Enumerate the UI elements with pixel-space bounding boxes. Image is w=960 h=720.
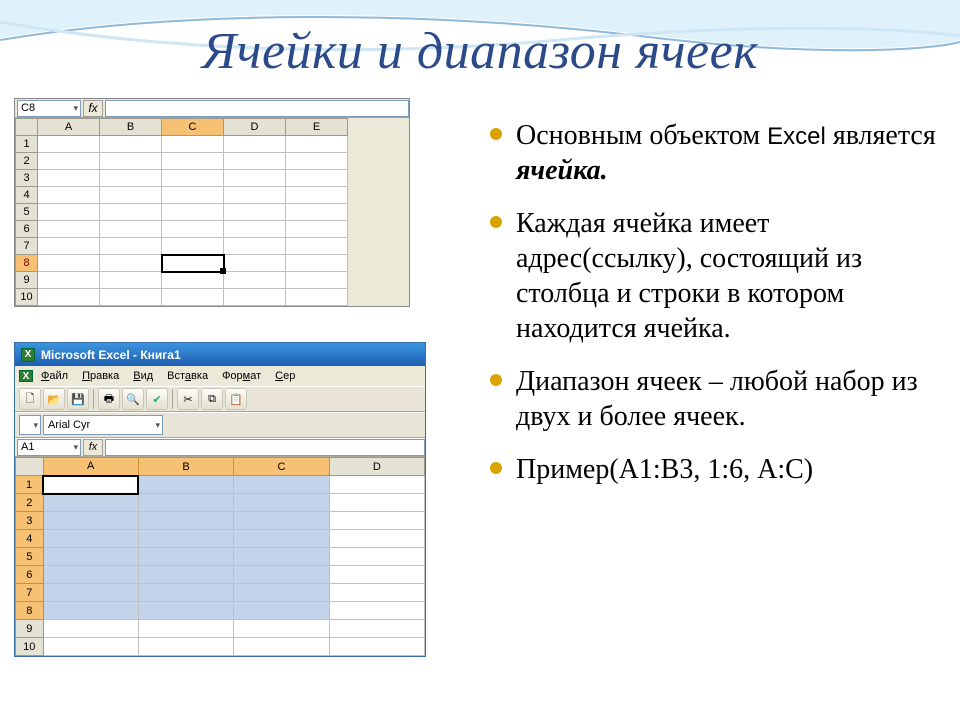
row-header-2b[interactable]: 2 xyxy=(16,494,44,512)
standard-toolbar: 🗋 📂 💾 🖶 🔍 ✔ ✂ ⧉ 📋 xyxy=(15,386,425,412)
row-header-6[interactable]: 6 xyxy=(16,221,38,238)
grid-a[interactable]: A B C D E 1 2 3 4 5 6 7 8 9 10 xyxy=(15,118,348,306)
select-all-corner[interactable] xyxy=(16,119,38,136)
doc-icon xyxy=(19,370,33,382)
window-titlebar: Microsoft Excel - Книга1 xyxy=(15,343,425,366)
row-header-3b[interactable]: 3 xyxy=(16,512,44,530)
row-header-4b[interactable]: 4 xyxy=(16,530,44,548)
select-all-corner-b[interactable] xyxy=(16,458,44,476)
font-select[interactable]: Arial Cyr xyxy=(43,415,163,435)
name-box[interactable]: C8 xyxy=(17,100,81,117)
preview-icon[interactable]: 🔍 xyxy=(122,388,144,410)
menu-view[interactable]: Вид xyxy=(127,368,159,384)
toolbar-sep-2 xyxy=(172,389,173,409)
fx-icon-b[interactable]: fx xyxy=(83,439,103,456)
row-header-8b[interactable]: 8 xyxy=(16,602,44,620)
formula-input[interactable] xyxy=(105,100,409,117)
bullet-1-text-c: является xyxy=(826,120,936,151)
row-header-4[interactable]: 4 xyxy=(16,187,38,204)
row-header-10b[interactable]: 10 xyxy=(16,638,44,656)
row-header-3[interactable]: 3 xyxy=(16,170,38,187)
bullet-1: Основным объектом Excel является ячейка. xyxy=(490,118,940,206)
bullet-4: Пример(А1:В3, 1:6, А:С) xyxy=(490,452,940,505)
menu-edit[interactable]: Правка xyxy=(76,368,125,384)
menu-format[interactable]: Формат xyxy=(216,368,267,384)
col-header-E[interactable]: E xyxy=(286,119,348,136)
row-header-6b[interactable]: 6 xyxy=(16,566,44,584)
excel-app-icon xyxy=(21,348,35,362)
row-header-7b[interactable]: 7 xyxy=(16,584,44,602)
excel-screenshot-top: C8 fx A B C D E 1 2 3 4 5 6 7 8 9 10 xyxy=(14,98,410,307)
fx-icon[interactable]: fx xyxy=(83,100,103,117)
open-icon[interactable]: 📂 xyxy=(43,388,65,410)
formula-bar: C8 fx xyxy=(15,99,409,118)
active-cell-C8[interactable] xyxy=(162,255,224,272)
name-box-b[interactable]: A1 xyxy=(17,439,81,456)
row-header-7[interactable]: 7 xyxy=(16,238,38,255)
menu-bar: ФФайлайл Правка Вид Вставка Формат Сер xyxy=(15,366,425,386)
col-header-D-b[interactable]: D xyxy=(329,458,424,476)
row-header-1b[interactable]: 1 xyxy=(16,476,44,494)
window-title: Microsoft Excel - Книга1 xyxy=(41,348,181,362)
style-select[interactable] xyxy=(19,415,41,435)
format-toolbar: Arial Cyr xyxy=(15,412,425,438)
menu-service[interactable]: Сер xyxy=(269,368,301,384)
row-header-10[interactable]: 10 xyxy=(16,289,38,306)
col-header-C[interactable]: C xyxy=(162,119,224,136)
menu-file[interactable]: ФФайлайл xyxy=(35,368,74,384)
spell-icon[interactable]: ✔ xyxy=(146,388,168,410)
col-header-A[interactable]: A xyxy=(38,119,100,136)
menu-insert[interactable]: Вставка xyxy=(161,368,214,384)
row-header-5b[interactable]: 5 xyxy=(16,548,44,566)
col-header-B-b[interactable]: B xyxy=(138,458,233,476)
bullet-1-text-a: Основным объектом xyxy=(516,120,767,151)
row-header-5[interactable]: 5 xyxy=(16,204,38,221)
cell-A1[interactable] xyxy=(43,476,138,494)
row-header-9b[interactable]: 9 xyxy=(16,620,44,638)
save-icon[interactable]: 💾 xyxy=(67,388,89,410)
formula-bar-b: A1 fx xyxy=(15,438,425,457)
excel-screenshot-bottom: Microsoft Excel - Книга1 ФФайлайл Правка… xyxy=(14,342,426,657)
cut-icon[interactable]: ✂ xyxy=(177,388,199,410)
bullet-1-excel: Excel xyxy=(767,123,826,150)
col-header-C-b[interactable]: C xyxy=(234,458,329,476)
slide-title: Ячейки и диапазон ячеек xyxy=(0,22,960,81)
col-header-D[interactable]: D xyxy=(224,119,286,136)
copy-icon[interactable]: ⧉ xyxy=(201,388,223,410)
col-header-A-b[interactable]: A xyxy=(43,458,138,476)
formula-input-b[interactable] xyxy=(105,439,425,456)
row-header-9[interactable]: 9 xyxy=(16,272,38,289)
bullet-3: Диапазон ячеек – любой набор из двух и б… xyxy=(490,364,940,452)
bullet-1-emph: ячейка. xyxy=(516,155,608,186)
new-icon[interactable]: 🗋 xyxy=(19,388,41,410)
content-area: Основным объектом Excel является ячейка.… xyxy=(490,118,940,505)
print-icon[interactable]: 🖶 xyxy=(98,388,120,410)
row-header-1[interactable]: 1 xyxy=(16,136,38,153)
bullet-2: Каждая ячейка имеет адрес(ссылку), состо… xyxy=(490,206,940,364)
paste-icon[interactable]: 📋 xyxy=(225,388,247,410)
row-header-8[interactable]: 8 xyxy=(16,255,38,272)
row-header-2[interactable]: 2 xyxy=(16,153,38,170)
grid-b[interactable]: A B C D 1 2 3 4 5 6 7 8 9 10 xyxy=(15,457,425,656)
toolbar-sep xyxy=(93,389,94,409)
col-header-B[interactable]: B xyxy=(100,119,162,136)
